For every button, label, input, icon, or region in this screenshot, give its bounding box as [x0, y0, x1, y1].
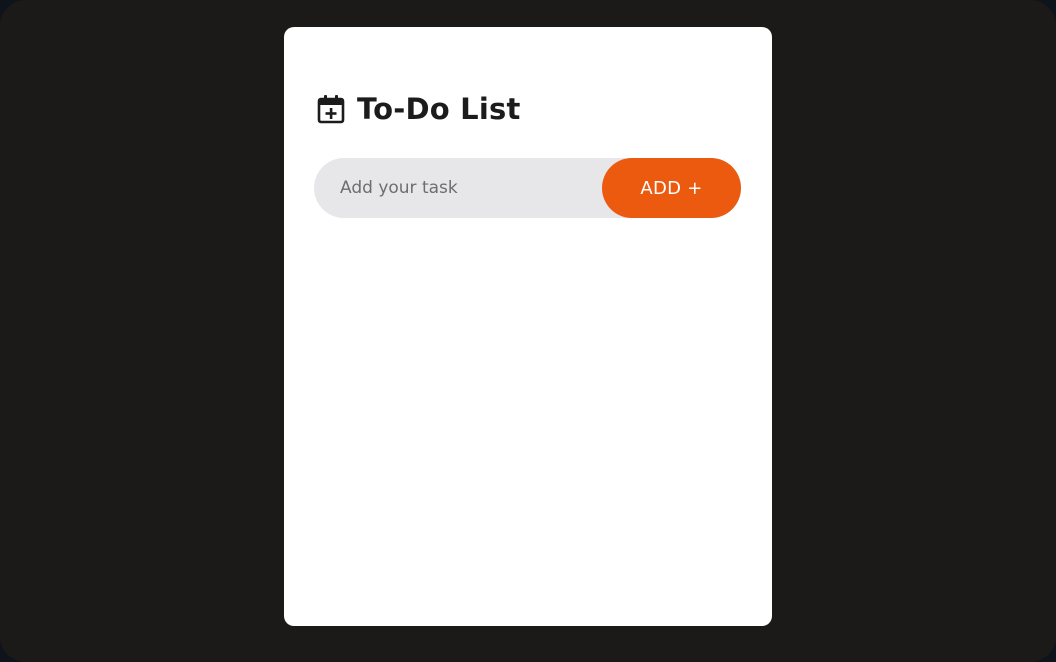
page-title: To-Do List — [357, 92, 521, 126]
add-button[interactable]: ADD + — [602, 158, 741, 218]
task-list — [314, 242, 741, 602]
add-task-row: ADD + — [314, 158, 741, 218]
header: To-Do List — [317, 91, 521, 127]
calendar-plus-icon — [317, 94, 345, 124]
app-background: To-Do List ADD + — [0, 0, 1056, 662]
task-input[interactable] — [314, 158, 604, 218]
todo-card: To-Do List ADD + — [284, 27, 772, 626]
